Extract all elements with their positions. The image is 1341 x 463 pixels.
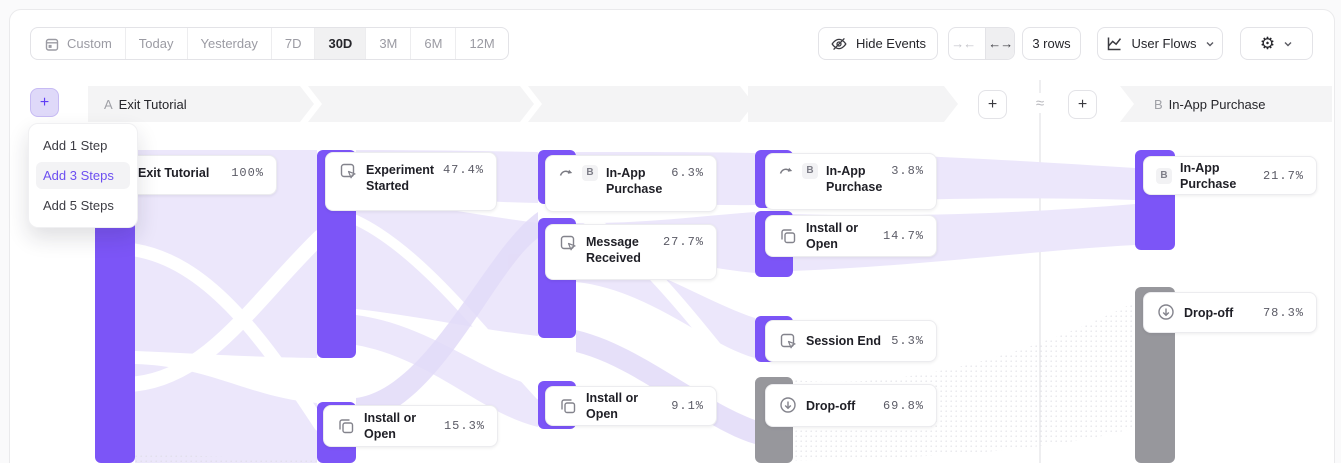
collapse-columns-button[interactable]: →← bbox=[949, 28, 977, 59]
flow-node-in-app-purchase-2[interactable]: B In-App Purchase 3.8% bbox=[765, 153, 937, 210]
step-banner-a[interactable]: A Exit Tutorial bbox=[88, 86, 314, 122]
step-banner-b[interactable]: B In-App Purchase bbox=[1120, 86, 1332, 122]
copy-icon bbox=[778, 226, 798, 246]
step-label: Exit Tutorial bbox=[119, 97, 187, 112]
flow-node-in-app-purchase[interactable]: B In-App Purchase 6.3% bbox=[545, 155, 717, 212]
click-icon bbox=[558, 233, 578, 253]
menu-item-add-5-steps[interactable]: Add 5 Steps bbox=[29, 192, 137, 219]
flow-node-exit-tutorial[interactable]: Exit Tutorial 100% bbox=[125, 155, 277, 195]
flow-node-b-dropoff[interactable]: Drop-off 78.3% bbox=[1143, 292, 1317, 333]
flow-node-install-or-open-2[interactable]: Install or Open 9.1% bbox=[545, 386, 717, 426]
step-banner-segment[interactable] bbox=[308, 86, 534, 122]
calendar-icon bbox=[44, 36, 60, 52]
flow-node-session-end[interactable]: Session End 5.3% bbox=[765, 320, 937, 362]
step-letter: A bbox=[104, 97, 113, 112]
step-b-badge: B bbox=[582, 165, 598, 181]
expand-columns-button[interactable]: ←→ bbox=[985, 28, 1014, 59]
eye-off-icon bbox=[830, 35, 848, 53]
add-step-button-left[interactable]: + bbox=[30, 88, 59, 117]
menu-item-add-3-steps[interactable]: Add 3 Steps bbox=[36, 162, 130, 189]
flow-node-message-received[interactable]: Message Received 27.7% bbox=[545, 224, 717, 280]
chevron-down-icon bbox=[1205, 39, 1215, 49]
date-range-yesterday[interactable]: Yesterday bbox=[187, 28, 271, 59]
chevron-down-icon bbox=[1283, 39, 1293, 49]
hide-events-button[interactable]: Hide Events bbox=[818, 27, 938, 60]
flow-node-b-in-app-purchase[interactable]: B In-App Purchase 21.7% bbox=[1143, 156, 1317, 195]
date-range-12m[interactable]: 12M bbox=[455, 28, 507, 59]
jump-arrow-icon bbox=[778, 162, 794, 178]
date-range-custom[interactable]: Custom bbox=[31, 28, 125, 59]
flow-node-dropoff[interactable]: Drop-off 69.8% bbox=[765, 384, 937, 427]
date-range-30d[interactable]: 30D bbox=[314, 28, 365, 59]
dropoff-icon bbox=[1156, 302, 1176, 322]
step-label: In-App Purchase bbox=[1169, 97, 1266, 112]
date-range-7d[interactable]: 7D bbox=[271, 28, 315, 59]
dropoff-icon bbox=[778, 395, 798, 415]
settings-button[interactable]: ⚙ bbox=[1240, 27, 1313, 60]
step-b-badge: B bbox=[1156, 168, 1172, 184]
add-step-button-start-b[interactable]: + bbox=[1068, 90, 1097, 119]
date-range-3m[interactable]: 3M bbox=[365, 28, 410, 59]
date-range-today[interactable]: Today bbox=[125, 28, 187, 59]
flow-node-install-or-open[interactable]: Install or Open 15.3% bbox=[323, 405, 498, 447]
view-selector-button[interactable]: User Flows bbox=[1097, 27, 1223, 60]
copy-icon bbox=[336, 416, 356, 436]
jump-arrow-icon bbox=[558, 164, 574, 180]
date-range-selector: Custom Today Yesterday 7D 30D 3M 6M 12M bbox=[30, 27, 509, 60]
menu-item-add-1-step[interactable]: Add 1 Step bbox=[29, 132, 137, 159]
flow-node-experiment-started[interactable]: Experiment Started 47.4% bbox=[325, 152, 497, 211]
flow-node-install-or-open-3[interactable]: Install or Open 14.7% bbox=[765, 215, 937, 257]
click-icon bbox=[338, 161, 358, 181]
step-banner-segment[interactable] bbox=[748, 86, 958, 122]
click-icon bbox=[778, 331, 798, 351]
step-letter: B bbox=[1154, 97, 1163, 112]
add-step-button-end-a[interactable]: + bbox=[978, 90, 1007, 119]
copy-icon bbox=[558, 396, 578, 416]
approx-gap-symbol: ≈ bbox=[1030, 93, 1050, 113]
step-b-badge: B bbox=[802, 163, 818, 179]
date-range-6m[interactable]: 6M bbox=[410, 28, 455, 59]
gear-icon: ⚙ bbox=[1260, 35, 1275, 52]
add-step-menu: Add 1 Step Add 3 Steps Add 5 Steps bbox=[28, 123, 138, 228]
rows-button[interactable]: 3 rows bbox=[1022, 27, 1081, 60]
step-banner-segment[interactable] bbox=[528, 86, 754, 122]
chart-icon bbox=[1105, 35, 1123, 53]
collapse-expand-toggle: →← ←→ bbox=[948, 27, 1015, 60]
